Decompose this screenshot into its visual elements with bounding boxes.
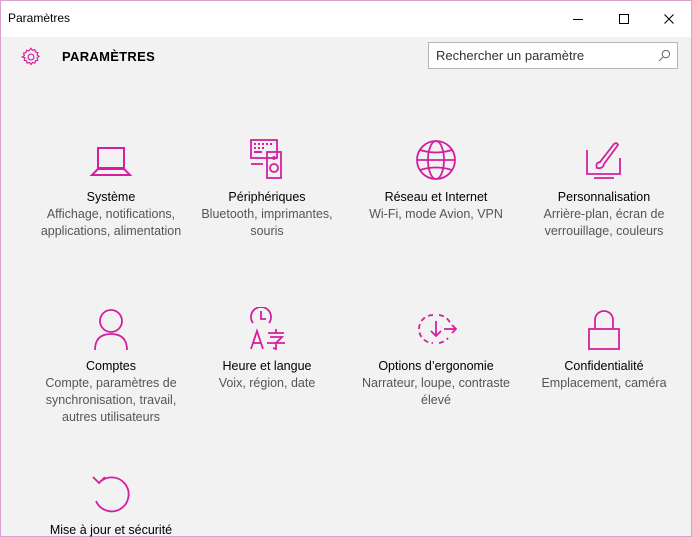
tile-description: Narrateur, loupe, contraste élevé [362, 376, 510, 407]
page-title: PARAMÈTRES [62, 49, 156, 64]
tile-name: Réseau et Internet [384, 190, 488, 204]
laptop-icon [89, 147, 133, 176]
minimize-button[interactable] [555, 1, 601, 37]
tile-description: Affichage, notifications, applications, … [40, 207, 182, 238]
paintbrush-icon [586, 142, 621, 179]
tile-name: Heure et langue [222, 359, 312, 373]
tile-description: Emplacement, caméra [541, 376, 667, 390]
tile-description: Compte, paramètres de synchronisation, t… [45, 376, 177, 424]
tile-name: Périphériques [228, 190, 306, 204]
gear-icon [20, 47, 41, 66]
tile-confidentialite[interactable]: Confidentialité Emplacement, caméra [518, 301, 690, 392]
title-bar[interactable]: Paramètres [1, 1, 691, 37]
settings-window: Paramètres PARAMÈTRES Rechercher un para… [0, 0, 692, 537]
close-button[interactable] [646, 1, 692, 37]
tile-name: Confidentialité [564, 359, 644, 373]
globe-icon [416, 140, 456, 180]
tile-description: Bluetooth, imprimantes, souris [201, 207, 333, 238]
tile-name: Comptes [85, 359, 137, 373]
tile-systeme[interactable]: Système Affichage, notifications, applic… [25, 132, 197, 240]
update-icon [92, 476, 130, 513]
time-language-icon [250, 307, 285, 351]
minimize-icon [573, 19, 583, 20]
window-title: Paramètres [8, 11, 71, 25]
close-icon [664, 14, 674, 24]
maximize-button[interactable] [601, 1, 647, 37]
tile-name: Options d’ergonomie [378, 359, 494, 373]
tile-name: Personnalisation [557, 190, 651, 204]
tile-ergonomie[interactable]: Options d’ergonomie Narrateur, loupe, co… [350, 301, 522, 409]
ease-of-access-icon [418, 314, 458, 344]
tile-description: Voix, région, date [218, 376, 316, 390]
lock-icon [588, 310, 620, 350]
tile-name: Système [86, 190, 136, 204]
search-box[interactable] [428, 42, 678, 69]
person-icon [94, 309, 128, 351]
tile-mise-a-jour[interactable]: Mise à jour et sécurité [25, 465, 197, 537]
tile-reseau[interactable]: Réseau et Internet Wi-Fi, mode Avion, VP… [350, 132, 522, 223]
maximize-icon [619, 14, 629, 24]
tile-peripheriques[interactable]: Périphériques Bluetooth, imprimantes, so… [181, 132, 353, 240]
tile-heure-langue[interactable]: Heure et langue Voix, région, date [181, 301, 353, 392]
search-input[interactable] [429, 43, 649, 68]
tile-personnalisation[interactable]: Personnalisation Arrière-plan, écran de … [518, 132, 690, 240]
tile-description: Wi-Fi, mode Avion, VPN [369, 207, 503, 221]
tile-comptes[interactable]: Comptes Compte, paramètres de synchronis… [25, 301, 197, 426]
tile-description: Arrière-plan, écran de verrouillage, cou… [543, 207, 665, 238]
devices-icon [250, 139, 282, 179]
tile-name: Mise à jour et sécurité [49, 523, 173, 537]
search-icon[interactable] [658, 49, 671, 62]
